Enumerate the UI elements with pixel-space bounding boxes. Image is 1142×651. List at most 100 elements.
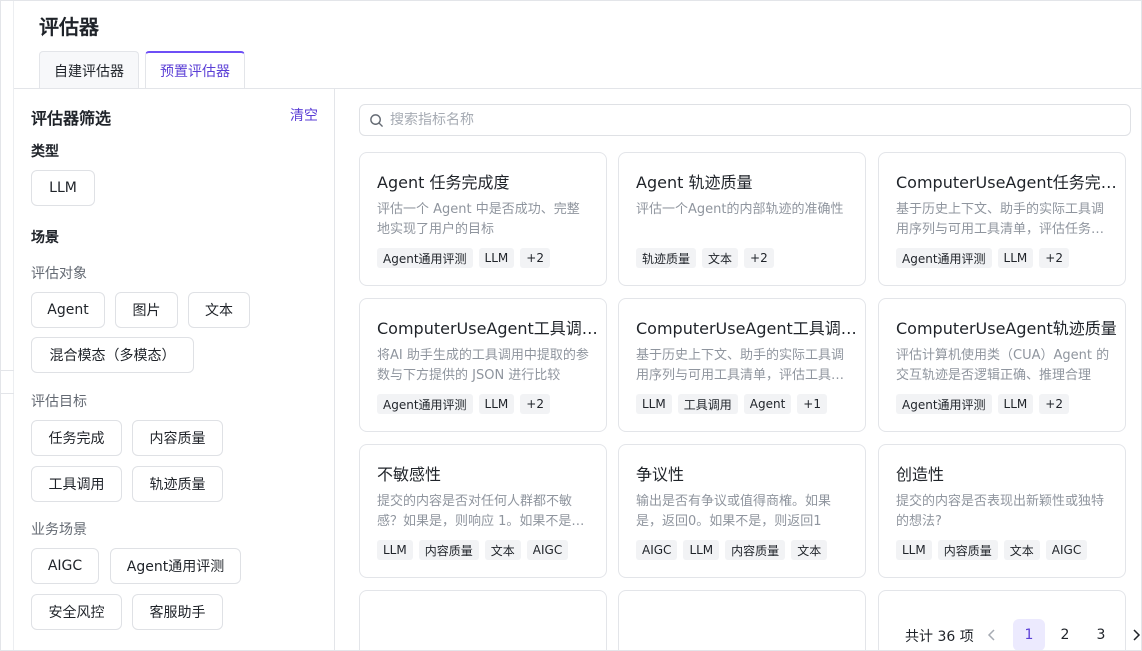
tag-badge: 内容质量 [418, 540, 479, 560]
evaluator-card[interactable]: 争议性输出是否有争议或值得商榷。如果是，返回0。如果不是，则返回1 AIGC LLM… [618, 444, 866, 578]
filter-chip-task-completion[interactable]: 任务完成 [31, 420, 122, 456]
filter-chip-image[interactable]: 图片 [115, 292, 178, 328]
tag-badge: Agent [743, 394, 792, 414]
evaluator-card-description: 提交的内容是否表现出新颖性或独特的想法? [896, 494, 1105, 529]
evaluator-card-title: 争议性 [636, 465, 685, 484]
evaluator-card-tags: Agent通用评测 LLM +2 [377, 248, 550, 268]
page-title: 评估器 [39, 15, 99, 39]
search-icon [370, 114, 383, 127]
filter-chip-multimodal[interactable]: 混合模态（多模态） [31, 337, 194, 373]
filter-chip-trajectory-quality[interactable]: 轨迹质量 [132, 466, 223, 502]
clear-filters-link[interactable]: 清空 [290, 105, 318, 125]
evaluator-card-title: Agent 轨迹质量 [636, 173, 753, 192]
tag-badge: 文本 [484, 540, 521, 560]
evaluator-card-title: ComputerUseAgent工具调用选择 [636, 319, 858, 338]
filter-chip-llm[interactable]: LLM [31, 170, 95, 206]
evaluator-card-title: ComputerUseAgent轨迹质量 [896, 319, 1117, 338]
filter-sidebar: 评估器筛选 清空 类型 LLM 场景 评估对象 Agent 图片 文本 混合模态… [14, 89, 335, 650]
tag-badge: 轨迹质量 [636, 248, 697, 268]
filter-title: 评估器筛选 [31, 109, 112, 128]
evaluator-card[interactable]: Agent 轨迹质量评估一个Agent的内部轨迹的准确性轨迹质量 文本 +2 [618, 152, 866, 286]
evaluator-card-tags: LLM 内容质量 文本 AIGC [896, 540, 1088, 560]
filter-chip-text[interactable]: 文本 [188, 292, 250, 328]
filter-chip-agent[interactable]: Agent [31, 292, 105, 328]
evaluator-card-description: 将AI 助手生成的工具调用中提取的参数与下方提供的 JSON 进行比较 [377, 348, 589, 383]
pagination-total: 共计 36 项 [901, 626, 978, 646]
evaluator-card-tags: LLM 内容质量 文本 AIGC [377, 540, 569, 560]
evaluator-card[interactable]: ComputerUseAgent工具调用选择基于历史上下文、助手的实际工具调用序… [618, 298, 866, 432]
evaluator-card-description: 基于历史上下文、助手的实际工具调用序列与可用工具清单，评估任务是否完成 [896, 202, 1105, 237]
tag-badge: LLM [997, 394, 1034, 414]
evaluator-card-description: 输出是否有争议或值得商榷。如果是，返回0。如果不是，则返回1 [636, 494, 832, 529]
evaluator-card[interactable]: 不敏感性提交的内容是否对任何人群都不敏感？如果是，则响应 1。如果不是，则响应 … [359, 444, 607, 578]
tag-badge: +2 [520, 394, 550, 414]
tag-badge: AIGC [636, 540, 678, 560]
tag-badge: 文本 [702, 248, 739, 268]
evaluator-card[interactable]: ComputerUseAgent任务完成度 基于历史上下文、助手的实际工具调用序列… [878, 152, 1126, 286]
tag-badge: LLM [478, 394, 515, 414]
filter-chip-agent-general[interactable]: Agent通用评测 [110, 548, 241, 584]
left-rail-divider-2 [1, 393, 14, 394]
evaluator-card[interactable]: 创造性提交的内容是否表现出新颖性或独特的想法? LLM 内容质量 文本 AIGC [878, 444, 1126, 578]
tag-badge: LLM [683, 540, 720, 560]
evaluator-card-tags: Agent通用评测 LLM +2 [896, 394, 1069, 414]
evaluator-card[interactable]: ComputerUseAgent轨迹质量评估计算机使用类（CUA）Agent 的… [878, 298, 1126, 432]
page-1-button[interactable]: 1 [1013, 619, 1045, 650]
tab-custom-evaluators[interactable]: 自建评估器 [39, 51, 139, 89]
tag-badge: 文本 [791, 540, 828, 560]
target-object-label: 评估对象 [31, 266, 87, 282]
tag-badge: Agent通用评测 [896, 394, 992, 414]
tag-badge: +1 [797, 394, 827, 414]
evaluator-card[interactable]: ComputerUseAgent工具调用参数将AI 助手生成的工具调用中提取的参… [359, 298, 607, 432]
tag-badge: AIGC [526, 540, 569, 560]
evaluator-card-title: 创造性 [896, 465, 945, 484]
filter-chip-aigc[interactable]: AIGC [31, 548, 99, 584]
evaluator-card-description: 评估一个Agent的内部轨迹的准确性 [636, 202, 844, 217]
filter-chip-content-quality[interactable]: 内容质量 [132, 420, 223, 456]
tag-badge: 文本 [1003, 540, 1040, 560]
evaluator-card-tags: 轨迹质量 文本 +2 [636, 248, 774, 268]
evaluator-card-partial[interactable] [618, 590, 866, 650]
evaluator-card-title: ComputerUseAgent工具调用参数 [377, 319, 599, 338]
tag-badge: LLM [478, 248, 515, 268]
search-input[interactable] [390, 112, 1130, 128]
tab-bar: 自建评估器 预置评估器 [39, 51, 245, 89]
evaluator-card-title: 不敏感性 [377, 465, 442, 484]
chevron-right-icon[interactable] [1128, 627, 1142, 643]
evaluator-card-description: 评估一个 Agent 中是否成功、完整地实现了用户的目标 [377, 202, 580, 237]
tag-badge: 内容质量 [725, 540, 786, 560]
tag-badge: Agent通用评测 [896, 248, 992, 268]
tag-badge: LLM [896, 540, 932, 560]
page-3-button[interactable]: 3 [1085, 619, 1117, 650]
tag-badge: +2 [1039, 394, 1069, 414]
evaluator-card[interactable]: Agent 任务完成度评估一个 Agent 中是否成功、完整地实现了用户的目标 A… [359, 152, 607, 286]
evaluator-card-description: 基于历史上下文、助手的实际工具调用序列与可用工具清单，评估工具选择 [636, 348, 845, 383]
tag-badge: AIGC [1045, 540, 1088, 560]
page-2-button[interactable]: 2 [1049, 619, 1081, 650]
search-box[interactable] [359, 104, 1131, 136]
tag-badge: LLM [997, 248, 1034, 268]
tag-badge: Agent通用评测 [377, 394, 473, 414]
tag-badge: +2 [744, 248, 774, 268]
tag-badge: LLM [636, 394, 672, 414]
evaluator-card-tags: Agent通用评测 LLM +2 [896, 248, 1069, 268]
evaluator-card-partial[interactable] [359, 590, 607, 650]
evaluator-card-tags: LLM 工具调用 Agent +1 [636, 394, 827, 414]
tag-badge: 内容质量 [937, 540, 998, 560]
type-heading: 类型 [31, 144, 59, 160]
evaluator-card-description: 提交的内容是否对任何人群都不敏感？如果是，则响应 1。如果不是，则响应 0 [377, 494, 585, 529]
tag-badge: LLM [377, 540, 413, 560]
tag-badge: Agent通用评测 [377, 248, 473, 268]
chevron-left-icon[interactable] [984, 627, 1000, 643]
left-rail-divider-1 [1, 370, 14, 371]
evaluator-card-title: Agent 任务完成度 [377, 173, 510, 192]
filter-chip-tool-calling[interactable]: 工具调用 [31, 466, 122, 502]
tag-badge: +2 [520, 248, 550, 268]
tab-preset-evaluators[interactable]: 预置评估器 [145, 51, 245, 89]
filter-chip-customer-service[interactable]: 客服助手 [132, 594, 223, 630]
scene-heading: 场景 [31, 230, 59, 246]
filter-chip-security[interactable]: 安全风控 [31, 594, 122, 630]
tag-badge: +2 [1039, 248, 1069, 268]
evaluator-card-description: 评估计算机使用类（CUA）Agent 的交互轨迹是否逻辑正确、推理合理 [896, 348, 1110, 383]
evaluator-card-tags: Agent通用评测 LLM +2 [377, 394, 550, 414]
